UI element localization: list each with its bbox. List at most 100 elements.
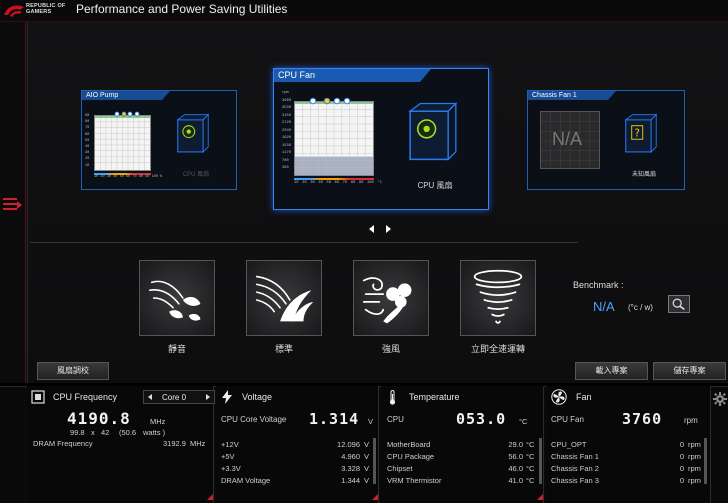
lightning-bolt-icon [222, 390, 232, 404]
core-prev-arrow-icon[interactable] [148, 394, 152, 400]
temperature-scrollbar[interactable] [539, 438, 542, 484]
fan-caption: CPU 風扇 [417, 181, 453, 190]
fan-caption: 未知風扇 [631, 172, 656, 178]
mode-silent-label: 靜音 [167, 344, 186, 354]
fan-card-aio-pump[interactable]: AIO Pump 90 80 70 60 50 40 30 20 10 10 20 30 40 50 60… [81, 90, 237, 190]
voltage-row-value: 1.344 [341, 476, 360, 485]
mode-full-speed-button[interactable] [460, 260, 536, 336]
dram-frequency-value: 3192.9 [163, 439, 186, 448]
panel-title: Fan [576, 392, 592, 402]
voltage-row-value: 4.960 [341, 452, 360, 461]
multiplier-x: x [91, 428, 95, 437]
load-profile-button[interactable]: 載入專案 [575, 362, 648, 380]
fan-card-cpu-fan[interactable]: CPU Fan rpm 3960 3530 3150 2720 2340 1920 1530 1… [273, 68, 489, 210]
benchmark-unit: (°c / w) [628, 303, 653, 312]
fan-row-unit: rpm [688, 440, 701, 449]
temperature-row-label: Chipset [387, 464, 413, 473]
cpu-fan-value: 3760 [622, 410, 663, 428]
cpu-core-voltage-unit: V [368, 417, 374, 426]
temperature-row-label: CPU Package [387, 452, 435, 461]
fan-row-unit: rpm [688, 464, 701, 473]
fan-row-value: 0 [679, 464, 684, 473]
panel-corner-marker [372, 494, 378, 500]
voltage-row-label: +5V [221, 452, 235, 461]
panel-title: Voltage [242, 392, 273, 402]
temperature-row-unit: °C [526, 464, 535, 473]
temperature-row-label: VRM Thermistor [387, 476, 442, 485]
temperature-row-label: MotherBoard [387, 440, 431, 449]
fan-row-value: 0 [679, 452, 684, 461]
cpu-frequency-panel: CPU Frequency Core 0 4190.8 MHz 99.8 x 4… [27, 386, 215, 503]
rog-brand-text: REPUBLIC OF GAMERS [26, 3, 65, 15]
thermometer-icon [389, 390, 396, 405]
cpu-temperature-label: CPU [387, 415, 404, 424]
next-fan-arrow-icon[interactable] [386, 225, 391, 233]
fan-icon [551, 389, 567, 405]
cpu-frequency-unit: MHz [150, 417, 166, 426]
fan-card-title: AIO Pump [82, 91, 162, 100]
cpu-temperature-value: 053.0 [456, 410, 507, 428]
fan-row-value: 0 [679, 476, 684, 485]
menu-arrow-icon[interactable] [17, 201, 22, 209]
fan-row-unit: rpm [688, 476, 701, 485]
core-selector[interactable]: Core 0 [143, 390, 215, 404]
benchmark-value: N/A [593, 299, 615, 314]
brand-line-2: GAMERS [26, 9, 52, 15]
fan-panel: Fan CPU Fan 3760 rpm CPU_OPT 0 rpm Chass… [546, 386, 711, 503]
voltage-row-label: +3.3V [221, 464, 241, 473]
fan-curve-points[interactable] [308, 97, 358, 105]
svg-text:?: ? [634, 129, 639, 140]
fan-row-label: CPU_OPT [551, 440, 587, 449]
fan-curve-points[interactable] [112, 111, 142, 117]
voltage-row-unit: V [364, 464, 370, 473]
voltage-row-unit: V [364, 452, 370, 461]
panel-corner-marker [537, 494, 543, 500]
benchmark-label: Benchmark : [573, 280, 624, 290]
cpu-ratio: 42 [101, 428, 110, 437]
benchmark-run-button[interactable] [668, 295, 690, 313]
bclk-value: 99.8 [70, 428, 85, 437]
temperature-row-value: 56.0 [508, 452, 523, 461]
fan-curve-graph[interactable] [94, 115, 151, 171]
section-divider [30, 242, 578, 243]
fan-card-title: CPU Fan [274, 69, 420, 82]
fan-carousel-nav [369, 223, 393, 235]
cpu-fan-label: CPU Fan [551, 415, 584, 424]
fan-curve-graph[interactable] [294, 101, 374, 176]
save-profile-button[interactable]: 儲存專案 [653, 362, 726, 380]
mode-silent-button[interactable] [139, 260, 215, 336]
core-next-arrow-icon[interactable] [206, 394, 210, 400]
fan-scrollbar[interactable] [704, 438, 707, 484]
fan-curve-x-axis: 10 20 30 40 50 60 70 80 90 100 % [94, 175, 162, 179]
fan-caption: CPU 風扇 [182, 172, 210, 178]
temperature-row-unit: °C [526, 440, 535, 449]
pc-case-fan-icon [176, 113, 210, 153]
voltage-row-value: 3.328 [341, 464, 360, 473]
fan-row-unit: rpm [688, 452, 701, 461]
voltage-row-unit: V [364, 440, 370, 449]
dram-frequency-label: DRAM Frequency [33, 439, 93, 448]
fan-card-title: Chassis Fan 1 [528, 91, 608, 100]
fan-row-value: 0 [679, 440, 684, 449]
cpu-core-voltage-value: 1.314 [309, 410, 360, 428]
cpu-fan-unit: rpm [684, 416, 698, 425]
fan-card-chassis-fan-1[interactable]: Chassis Fan 1 N/A ? 未知風扇 [527, 90, 685, 190]
voltage-scrollbar[interactable] [373, 438, 376, 484]
app-title: Performance and Power Saving Utilities [76, 2, 288, 16]
full-speed-tornado-icon [473, 269, 523, 324]
temperature-panel: Temperature CPU 053.0 °C MotherBoard 29.… [381, 386, 544, 503]
mode-turbo-button[interactable] [353, 260, 429, 336]
mode-turbo-label: 強風 [381, 344, 400, 354]
fan-row-label: Chassis Fan 3 [551, 476, 599, 485]
mode-standard-button[interactable] [246, 260, 322, 336]
dram-frequency-unit: MHz [190, 439, 206, 448]
prev-fan-arrow-icon[interactable] [369, 225, 374, 233]
panel-title: Temperature [409, 392, 460, 402]
pc-case-fan-icon [408, 102, 458, 161]
fan-tuning-button[interactable]: 風扇調校 [37, 362, 109, 380]
panel-title: CPU Frequency [53, 392, 118, 402]
fan-curve-y-axis: 90 80 70 60 50 40 30 20 10 [85, 114, 90, 168]
gear-icon[interactable] [713, 392, 727, 406]
fan-row-label: Chassis Fan 2 [551, 464, 599, 473]
voltage-row-label: DRAM Voltage [221, 476, 271, 485]
